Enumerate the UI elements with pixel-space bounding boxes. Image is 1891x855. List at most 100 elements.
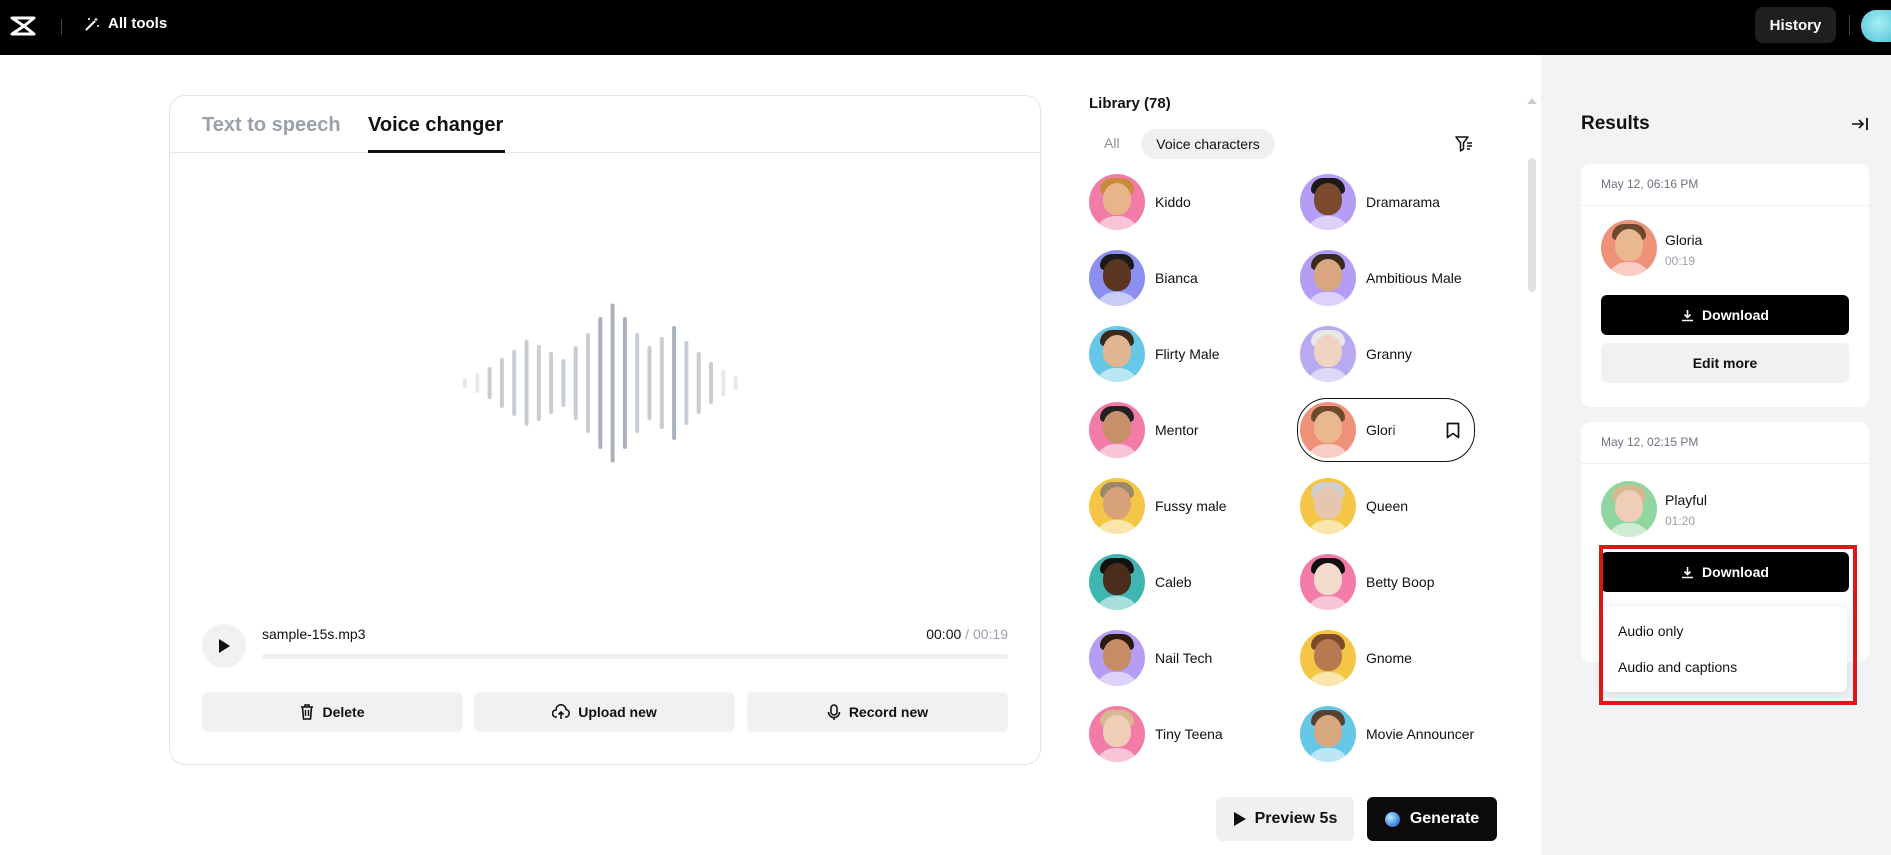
result-avatar: [1601, 220, 1657, 276]
voice-item-granny[interactable]: Granny: [1300, 326, 1412, 382]
topbar-divider-right: [1849, 15, 1850, 35]
result-duration: 00:19: [1665, 254, 1696, 268]
avatar-body: [1095, 444, 1139, 458]
voice-item-nail-tech[interactable]: Nail Tech: [1089, 630, 1212, 686]
avatar-face: [1314, 259, 1342, 291]
avatar-face: [1314, 563, 1342, 595]
playback-progress-bar[interactable]: [262, 654, 1008, 659]
collapse-panel-icon[interactable]: [1851, 116, 1869, 132]
user-avatar[interactable]: [1861, 10, 1891, 42]
library-scrollbar[interactable]: [1528, 158, 1536, 292]
trash-icon: [301, 704, 314, 720]
voice-item-glori[interactable]: Glori: [1297, 398, 1475, 462]
voice-name: Glori: [1366, 422, 1396, 438]
voice-name: Bianca: [1155, 270, 1198, 286]
result-avatar-image: [1601, 220, 1657, 276]
avatar-face: [1314, 487, 1342, 519]
play-button[interactable]: [202, 624, 246, 668]
avatar-body: [1306, 216, 1350, 230]
avatar-face: [1615, 229, 1643, 261]
delete-button[interactable]: Delete: [202, 692, 463, 732]
delete-label: Delete: [322, 704, 365, 720]
audio-waveform: [463, 303, 738, 463]
avatar-body: [1095, 596, 1139, 610]
download-button[interactable]: Download: [1601, 295, 1849, 335]
voice-name: Caleb: [1155, 574, 1192, 590]
voice-item-mentor[interactable]: Mentor: [1089, 402, 1199, 458]
avatar-face: [1314, 183, 1342, 215]
upload-new-button[interactable]: Upload new: [474, 692, 735, 732]
voice-item-kiddo[interactable]: Kiddo: [1089, 174, 1191, 230]
avatar-body: [1607, 523, 1651, 537]
voice-item-tiny-teena[interactable]: Tiny Teena: [1089, 706, 1223, 762]
voice-item-fussy-male[interactable]: Fussy male: [1089, 478, 1227, 534]
avatar-body: [1095, 292, 1139, 306]
avatar-body: [1095, 672, 1139, 686]
edit-more-button[interactable]: Edit more: [1601, 343, 1849, 383]
voice-item-gnome[interactable]: Gnome: [1300, 630, 1412, 686]
voice-editor-card: Text to speech Voice changer sample-15s.…: [169, 95, 1041, 765]
preview-button[interactable]: Preview 5s: [1216, 797, 1354, 841]
upload-new-label: Upload new: [578, 704, 657, 720]
voice-avatar: [1300, 174, 1356, 230]
cloud-upload-icon: [552, 704, 571, 719]
preview-label: Preview 5s: [1254, 810, 1338, 827]
voice-name: Queen: [1366, 498, 1409, 514]
library-title: Library (78): [1089, 95, 1171, 112]
play-icon: [1233, 812, 1246, 826]
filter-icon[interactable]: [1455, 135, 1473, 153]
history-button[interactable]: History: [1755, 7, 1836, 43]
avatar-face: [1103, 335, 1131, 367]
avatar-body: [1306, 292, 1350, 306]
voice-avatar: [1089, 554, 1145, 610]
active-tab-indicator: [368, 150, 505, 153]
generate-button[interactable]: Generate: [1367, 797, 1497, 841]
avatar-body: [1095, 368, 1139, 382]
voice-avatar: [1089, 706, 1145, 762]
voice-item-movie-announcer[interactable]: Movie Announcer: [1300, 706, 1474, 762]
avatar-face: [1314, 335, 1342, 367]
voice-avatar: [1300, 402, 1356, 458]
voice-name: Gnome: [1366, 650, 1412, 666]
scroll-up-arrow[interactable]: [1527, 98, 1537, 104]
download-icon: [1682, 309, 1694, 321]
voice-item-dramarama[interactable]: Dramarama: [1300, 174, 1440, 230]
filter-all[interactable]: All: [1104, 135, 1120, 151]
all-tools-button[interactable]: All tools: [84, 15, 167, 32]
voice-item-flirty-male[interactable]: Flirty Male: [1089, 326, 1220, 382]
avatar-body: [1095, 748, 1139, 762]
voice-item-bianca[interactable]: Bianca: [1089, 250, 1198, 306]
voice-item-ambitious-male[interactable]: Ambitious Male: [1300, 250, 1462, 306]
results-title: Results: [1581, 113, 1650, 134]
current-time: 00:00: [926, 626, 962, 642]
voice-item-queen[interactable]: Queen: [1300, 478, 1408, 534]
download-label: Download: [1702, 307, 1769, 323]
avatar-body: [1095, 520, 1139, 534]
voice-item-betty-boop[interactable]: Betty Boop: [1300, 554, 1435, 610]
audio-file-name: sample-15s.mp3: [262, 626, 366, 642]
result-date: May 12, 06:16 PM: [1601, 177, 1699, 191]
avatar-face: [1314, 639, 1342, 671]
voice-name: Tiny Teena: [1155, 726, 1223, 742]
capcut-logo[interactable]: [10, 14, 38, 38]
voice-item-caleb[interactable]: Caleb: [1089, 554, 1192, 610]
result-voice-name: Playful: [1665, 492, 1708, 508]
result-card: May 12, 06:16 PM Gloria 00:19 Download E…: [1581, 164, 1869, 407]
voice-name: Granny: [1366, 346, 1412, 362]
result-duration: 01:20: [1665, 514, 1696, 528]
tab-voice-changer[interactable]: Voice changer: [368, 114, 503, 137]
avatar-face: [1103, 411, 1131, 443]
result-avatar-image: [1601, 481, 1657, 537]
avatar-body: [1306, 444, 1350, 458]
voice-name: Kiddo: [1155, 194, 1191, 210]
filter-voice-characters[interactable]: Voice characters: [1141, 129, 1275, 159]
playback-time: 00:00 / 00:19: [926, 626, 1008, 642]
voice-avatar: [1089, 250, 1145, 306]
avatar-face: [1103, 183, 1131, 215]
record-new-button[interactable]: Record new: [747, 692, 1008, 732]
voice-name: Nail Tech: [1155, 650, 1213, 666]
tab-text-to-speech[interactable]: Text to speech: [202, 114, 341, 137]
avatar-face: [1615, 490, 1643, 522]
voice-name: Ambitious Male: [1366, 270, 1462, 286]
bookmark-icon[interactable]: [1446, 422, 1460, 439]
